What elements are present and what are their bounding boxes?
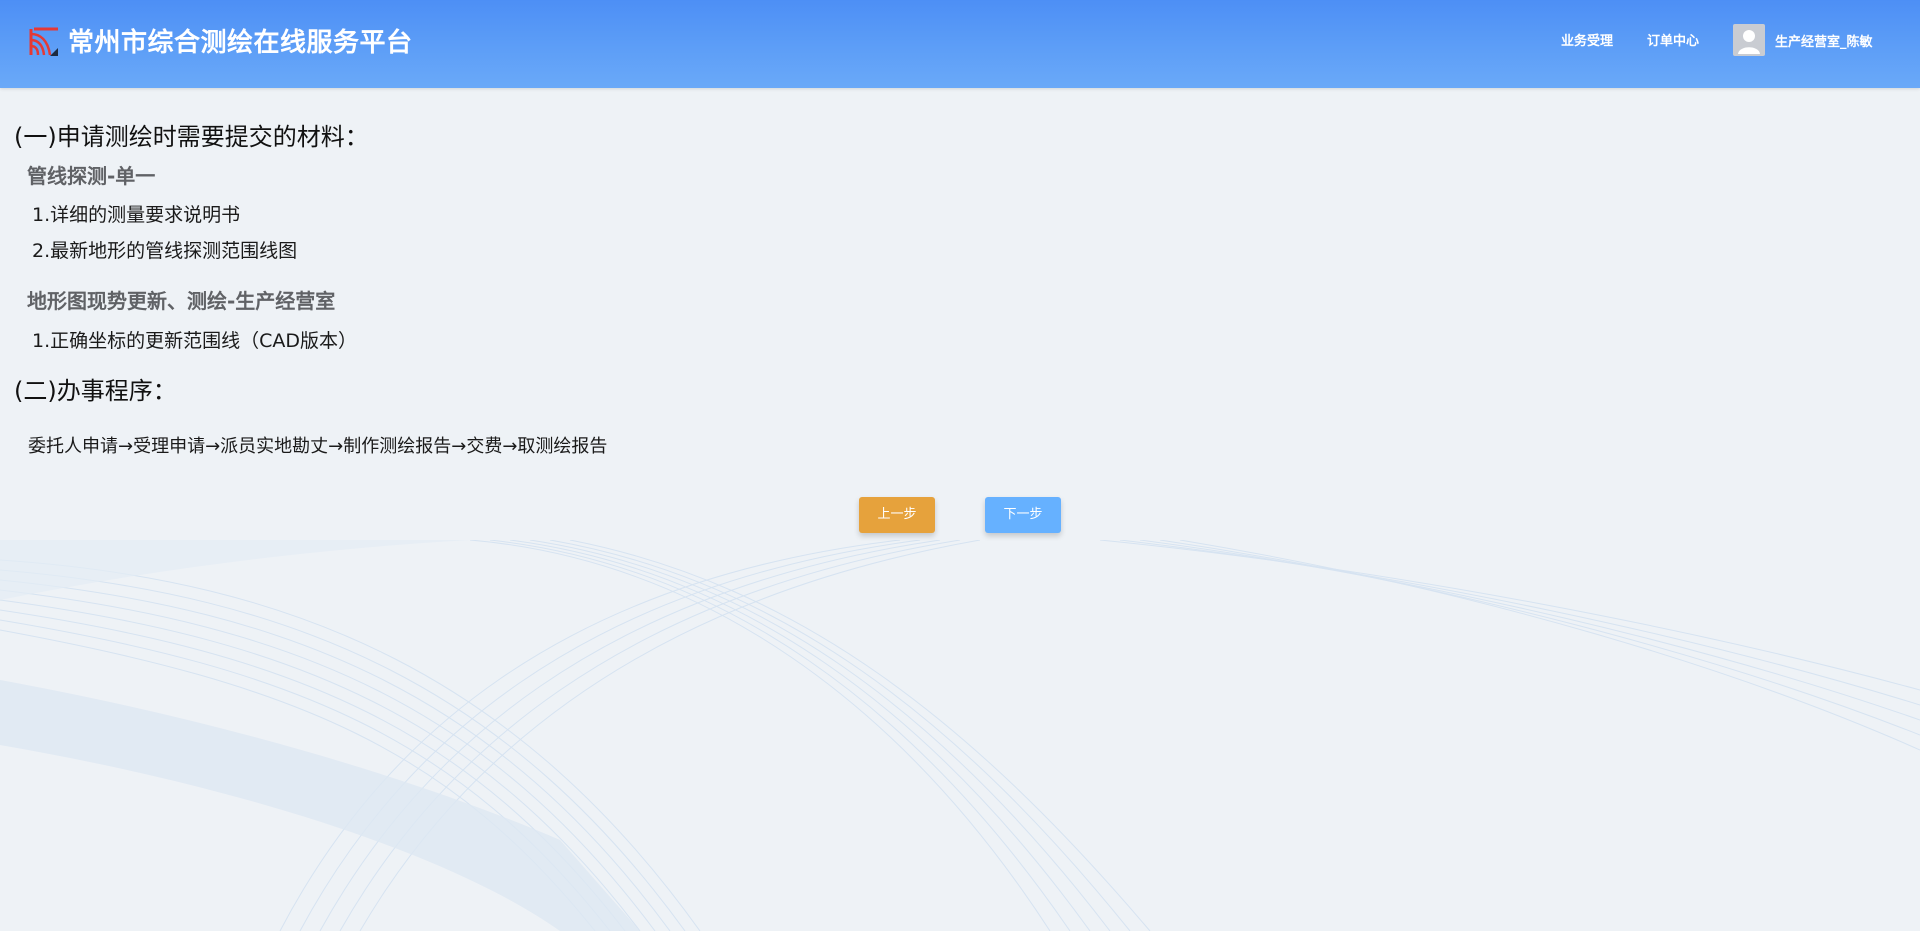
site-title: 常州市综合测绘在线服务平台 [68, 28, 413, 58]
page: 常州市综合测绘在线服务平台 业务受理 订单中心 生产经营室_陈敏 (一)申请测绘… [0, 0, 1920, 931]
nav-business-handling[interactable]: 业务受理 [1561, 33, 1613, 51]
user-silhouette-icon [1738, 30, 1760, 54]
material-item: 1.详细的测量要求说明书 [32, 204, 241, 226]
user-avatar-icon[interactable] [1733, 24, 1765, 56]
material-item: 1.正确坐标的更新范围线（CAD版本） [32, 330, 358, 352]
user-name[interactable]: 生产经营室_陈敏 [1775, 34, 1873, 52]
background-waves [0, 540, 1920, 931]
category-title: 地形图现势更新、测绘-生产经营室 [27, 289, 336, 313]
nav-order-center[interactable]: 订单中心 [1647, 33, 1699, 51]
next-step-button[interactable]: 下一步 [985, 497, 1061, 533]
top-header: 常州市综合测绘在线服务平台 业务受理 订单中心 生产经营室_陈敏 [0, 0, 1920, 88]
material-item: 2.最新地形的管线探测范围线图 [32, 240, 298, 262]
previous-step-button[interactable]: 上一步 [859, 497, 935, 533]
procedure-heading: (二)办事程序： [14, 377, 177, 405]
materials-heading: (一)申请测绘时需要提交的材料： [14, 123, 369, 151]
logo-icon [29, 27, 58, 56]
category-title: 管线探测-单一 [27, 164, 156, 188]
procedure-steps: 委托人申请→受理申请→派员实地勘丈→制作测绘报告→交费→取测绘报告 [28, 436, 608, 457]
